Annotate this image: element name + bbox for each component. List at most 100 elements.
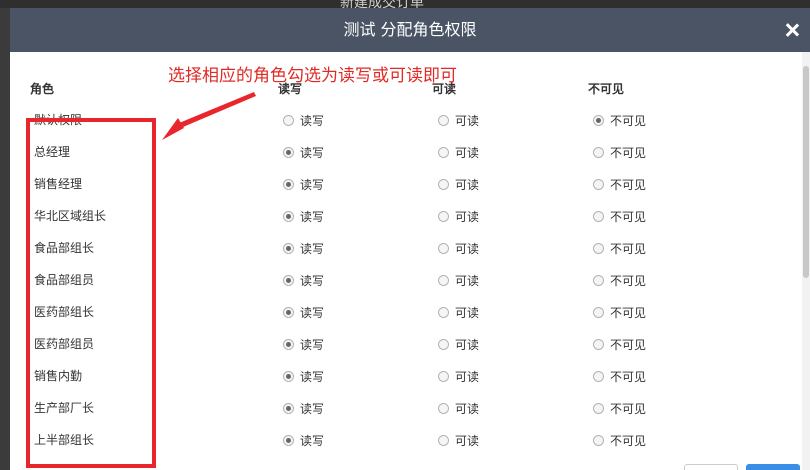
radio-button[interactable] xyxy=(593,178,604,190)
permission-option-hidden[interactable]: 不可见 xyxy=(593,168,646,200)
radio-button[interactable] xyxy=(283,210,294,222)
option-label: 可读 xyxy=(455,145,480,160)
option-label: 可读 xyxy=(455,241,480,256)
option-label: 读写 xyxy=(300,433,325,448)
dialog-title: 测试 分配角色权限 xyxy=(343,20,477,39)
column-header-hidden: 不可见 xyxy=(588,82,625,96)
option-label: 读写 xyxy=(300,241,325,256)
option-label: 可读 xyxy=(455,113,480,128)
option-label: 不可见 xyxy=(610,433,647,448)
radio-button[interactable] xyxy=(438,402,449,414)
permission-option-rw[interactable]: 读写 xyxy=(283,264,324,296)
annotation-text: 选择相应的角色勾选为读写或可读即可 xyxy=(168,66,457,86)
radio-button[interactable] xyxy=(283,178,294,190)
confirm-button-partial[interactable] xyxy=(746,464,800,470)
option-label: 可读 xyxy=(455,273,480,288)
permission-option-rw[interactable]: 读写 xyxy=(283,104,324,136)
radio-button[interactable] xyxy=(438,242,449,254)
radio-button[interactable] xyxy=(593,306,604,318)
radio-button[interactable] xyxy=(438,210,449,222)
radio-button[interactable] xyxy=(438,178,449,190)
option-label: 不可见 xyxy=(610,337,647,352)
radio-button[interactable] xyxy=(283,306,294,318)
radio-button[interactable] xyxy=(593,370,604,382)
permission-option-read[interactable]: 可读 xyxy=(438,328,479,360)
radio-button[interactable] xyxy=(438,434,449,446)
radio-button[interactable] xyxy=(593,274,604,286)
radio-button[interactable] xyxy=(283,370,294,382)
option-label: 可读 xyxy=(455,401,480,416)
permission-option-rw[interactable]: 读写 xyxy=(283,360,324,392)
option-label: 可读 xyxy=(455,209,480,224)
permission-option-hidden[interactable]: 不可见 xyxy=(593,200,646,232)
radio-button[interactable] xyxy=(593,338,604,350)
permission-option-read[interactable]: 可读 xyxy=(438,264,479,296)
annotation-arrow-icon xyxy=(162,92,256,140)
permission-option-read[interactable]: 可读 xyxy=(438,232,479,264)
permission-option-read[interactable]: 可读 xyxy=(438,360,479,392)
permission-option-hidden[interactable]: 不可见 xyxy=(593,232,646,264)
radio-button[interactable] xyxy=(438,146,449,158)
option-label: 读写 xyxy=(300,177,325,192)
permission-option-hidden[interactable]: 不可见 xyxy=(593,296,646,328)
radio-button[interactable] xyxy=(283,242,294,254)
permission-option-hidden[interactable]: 不可见 xyxy=(593,328,646,360)
radio-button[interactable] xyxy=(283,274,294,286)
permission-option-hidden[interactable]: 不可见 xyxy=(593,360,646,392)
radio-button[interactable] xyxy=(438,274,449,286)
scrollbar[interactable] xyxy=(802,52,810,470)
permission-option-rw[interactable]: 读写 xyxy=(283,424,324,456)
permission-option-read[interactable]: 可读 xyxy=(438,392,479,424)
permission-option-read[interactable]: 可读 xyxy=(438,424,479,456)
radio-button[interactable] xyxy=(593,242,604,254)
radio-button[interactable] xyxy=(438,306,449,318)
permission-option-rw[interactable]: 读写 xyxy=(283,392,324,424)
permission-option-read[interactable]: 可读 xyxy=(438,296,479,328)
option-label: 不可见 xyxy=(610,369,647,384)
option-label: 读写 xyxy=(300,145,325,160)
column-header-role: 角色 xyxy=(30,82,55,96)
annotation-highlight-box xyxy=(26,118,156,468)
permission-option-read[interactable]: 可读 xyxy=(438,168,479,200)
permission-option-rw[interactable]: 读写 xyxy=(283,296,324,328)
option-label: 读写 xyxy=(300,209,325,224)
permission-option-read[interactable]: 可读 xyxy=(438,136,479,168)
option-label: 不可见 xyxy=(610,113,647,128)
radio-button[interactable] xyxy=(438,338,449,350)
radio-button[interactable] xyxy=(283,434,294,446)
scrollbar-thumb[interactable] xyxy=(803,66,809,278)
close-icon[interactable] xyxy=(782,20,802,40)
permission-option-rw[interactable]: 读写 xyxy=(283,168,324,200)
option-label: 不可见 xyxy=(610,209,647,224)
permission-option-hidden[interactable]: 不可见 xyxy=(593,264,646,296)
option-label: 可读 xyxy=(455,305,480,320)
option-label: 读写 xyxy=(300,401,325,416)
permission-option-hidden[interactable]: 不可见 xyxy=(593,424,646,456)
permission-option-read[interactable]: 可读 xyxy=(438,104,479,136)
radio-button[interactable] xyxy=(593,434,604,446)
radio-button[interactable] xyxy=(593,210,604,222)
permission-option-read[interactable]: 可读 xyxy=(438,200,479,232)
cancel-button-partial[interactable] xyxy=(684,464,738,470)
radio-button[interactable] xyxy=(283,114,294,126)
permission-option-hidden[interactable]: 不可见 xyxy=(593,136,646,168)
option-label: 不可见 xyxy=(610,305,647,320)
option-label: 可读 xyxy=(455,177,480,192)
permission-option-hidden[interactable]: 不可见 xyxy=(593,392,646,424)
radio-button[interactable] xyxy=(438,114,449,126)
permission-option-rw[interactable]: 读写 xyxy=(283,328,324,360)
radio-button[interactable] xyxy=(593,402,604,414)
option-label: 读写 xyxy=(300,369,325,384)
permission-option-rw[interactable]: 读写 xyxy=(283,232,324,264)
permission-option-rw[interactable]: 读写 xyxy=(283,136,324,168)
radio-button[interactable] xyxy=(283,146,294,158)
option-label: 不可见 xyxy=(610,241,647,256)
radio-button[interactable] xyxy=(593,146,604,158)
option-label: 读写 xyxy=(300,305,325,320)
radio-button[interactable] xyxy=(593,114,604,126)
permission-option-rw[interactable]: 读写 xyxy=(283,200,324,232)
radio-button[interactable] xyxy=(283,402,294,414)
radio-button[interactable] xyxy=(438,370,449,382)
radio-button[interactable] xyxy=(283,338,294,350)
permission-option-hidden[interactable]: 不可见 xyxy=(593,104,646,136)
